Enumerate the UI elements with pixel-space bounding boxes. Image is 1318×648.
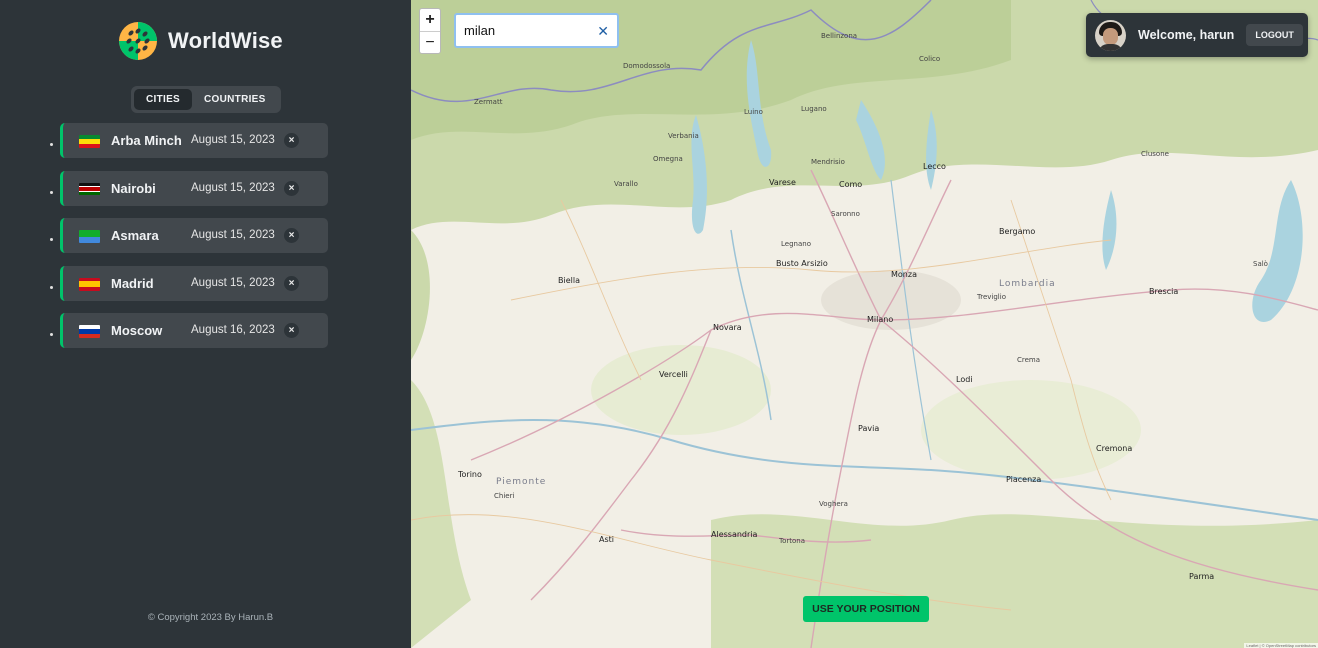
list-bullet bbox=[50, 285, 53, 289]
city-item-moscow[interactable]: Moscow August 16, 2023 × bbox=[50, 313, 328, 348]
city-date: August 15, 2023 bbox=[191, 229, 275, 241]
map-attribution[interactable]: Leaflet | © OpenStreetMap contributors bbox=[1244, 643, 1318, 648]
map-label-milano: Milano bbox=[867, 315, 894, 324]
city-name: Arba Minch bbox=[111, 133, 182, 148]
map-label-busto-arsizio: Busto Arsizio bbox=[776, 259, 828, 268]
city-date: August 16, 2023 bbox=[191, 324, 275, 336]
kenya-flag-icon bbox=[79, 182, 100, 196]
map-label-biella: Biella bbox=[558, 276, 580, 285]
map-search-box: ✕ bbox=[454, 13, 619, 48]
delete-city-button[interactable]: × bbox=[284, 180, 299, 196]
sidebar: WorldWise CITIES COUNTRIES Arba Minch Au… bbox=[0, 0, 411, 648]
city-date: August 15, 2023 bbox=[191, 134, 275, 146]
map-label-colico: Colico bbox=[919, 55, 941, 63]
map-label-salo: Salò bbox=[1253, 260, 1268, 268]
eritrea-flag-icon bbox=[79, 230, 100, 243]
use-your-position-button[interactable]: USE YOUR POSITION bbox=[803, 596, 929, 622]
welcome-text: Welcome, harun bbox=[1138, 28, 1235, 42]
map-label-tortona: Tortona bbox=[779, 537, 806, 545]
map-label-monza: Monza bbox=[891, 270, 917, 279]
map-label-zermatt: Zermatt bbox=[474, 98, 503, 106]
russia-flag-icon bbox=[79, 325, 100, 338]
city-name: Nairobi bbox=[111, 180, 156, 196]
map[interactable]: Zermatt Domodossola Bellinzona Colico Ve… bbox=[411, 0, 1318, 648]
map-label-treviglio: Treviglio bbox=[977, 293, 1006, 301]
list-bullet bbox=[50, 238, 53, 241]
map-label-luino: Luino bbox=[744, 108, 763, 116]
zoom-control: + − bbox=[419, 8, 441, 54]
map-region-piemonte: Piemonte bbox=[496, 477, 547, 487]
map-label-alessandria: Alessandria bbox=[711, 530, 758, 539]
spain-flag-icon bbox=[79, 277, 100, 291]
map-label-mendrisio: Mendrisio bbox=[811, 158, 845, 166]
map-search-input[interactable] bbox=[464, 23, 594, 38]
app-name: WorldWise bbox=[168, 28, 283, 53]
list-bullet bbox=[50, 190, 53, 194]
map-tiles bbox=[411, 0, 1318, 648]
user-panel: Welcome, harun LOGOUT bbox=[1086, 13, 1308, 57]
map-label-vercelli: Vercelli bbox=[659, 370, 688, 379]
map-label-torino: Torino bbox=[458, 470, 482, 479]
map-region-lombardia: Lombardia bbox=[999, 279, 1056, 289]
map-label-parma: Parma bbox=[1189, 572, 1215, 581]
ethiopia-flag-icon bbox=[79, 135, 100, 148]
map-label-pavia: Pavia bbox=[858, 424, 880, 433]
tab-cities[interactable]: CITIES bbox=[134, 89, 193, 110]
list-bullet bbox=[50, 333, 53, 336]
map-label-brescia: Brescia bbox=[1149, 287, 1179, 296]
map-label-lugano: Lugano bbox=[801, 105, 827, 113]
delete-city-button[interactable]: × bbox=[284, 133, 299, 148]
map-label-chieri: Chieri bbox=[494, 492, 515, 500]
map-label-bergamo: Bergamo bbox=[999, 227, 1036, 236]
map-label-lecco: Lecco bbox=[923, 162, 946, 171]
map-label-voghera: Voghera bbox=[819, 500, 848, 508]
map-label-como: Como bbox=[839, 180, 863, 189]
cities-countries-tabs: CITIES COUNTRIES bbox=[131, 86, 281, 113]
map-label-novara: Novara bbox=[713, 323, 742, 332]
map-label-saronno: Saronno bbox=[831, 210, 860, 218]
map-label-asti: Asti bbox=[599, 535, 614, 544]
city-item-nairobi[interactable]: Nairobi August 15, 2023 × bbox=[50, 170, 328, 206]
copyright-footer: © Copyright 2023 By Harun.B bbox=[147, 612, 274, 623]
map-label-clusone: Clusone bbox=[1141, 150, 1169, 158]
city-date: August 15, 2023 bbox=[191, 276, 275, 289]
map-label-verbania: Verbania bbox=[668, 132, 699, 140]
city-item-madrid[interactable]: Madrid August 15, 2023 × bbox=[50, 265, 328, 301]
city-name: Asmara bbox=[111, 228, 159, 243]
map-label-omegna: Omegna bbox=[653, 155, 683, 163]
city-item-arba-minch[interactable]: Arba Minch August 15, 2023 × bbox=[50, 123, 328, 158]
delete-city-button[interactable]: × bbox=[284, 228, 299, 243]
zoom-in-button[interactable]: + bbox=[420, 9, 440, 31]
avatar bbox=[1095, 19, 1126, 51]
city-date: August 15, 2023 bbox=[191, 181, 275, 194]
map-label-cremona: Cremona bbox=[1096, 444, 1133, 453]
map-label-bellinzona: Bellinzona bbox=[821, 32, 858, 40]
clear-search-icon[interactable]: ✕ bbox=[597, 23, 609, 40]
map-label-crema: Crema bbox=[1017, 356, 1041, 364]
zoom-out-button[interactable]: − bbox=[420, 31, 440, 53]
map-label-legnano: Legnano bbox=[781, 240, 811, 248]
app-logo[interactable]: WorldWise bbox=[118, 21, 283, 61]
logout-button[interactable]: LOGOUT bbox=[1246, 24, 1303, 46]
city-name: Madrid bbox=[111, 275, 154, 291]
city-item-asmara[interactable]: Asmara August 15, 2023 × bbox=[50, 218, 328, 253]
city-list: Arba Minch August 15, 2023 × Nairobi Aug… bbox=[50, 123, 328, 361]
worldwise-logo-icon bbox=[119, 22, 157, 60]
delete-city-button[interactable]: × bbox=[284, 323, 299, 338]
map-label-varallo: Varallo bbox=[614, 180, 638, 188]
map-label-varese: Varese bbox=[769, 178, 796, 187]
map-label-piacenza: Piacenza bbox=[1006, 475, 1042, 484]
map-label-lodi: Lodi bbox=[956, 375, 973, 384]
list-bullet bbox=[50, 143, 53, 146]
delete-city-button[interactable]: × bbox=[284, 275, 299, 291]
map-label-domodossola: Domodossola bbox=[623, 62, 671, 70]
tab-countries[interactable]: COUNTRIES bbox=[192, 89, 278, 110]
city-name: Moscow bbox=[111, 323, 163, 338]
